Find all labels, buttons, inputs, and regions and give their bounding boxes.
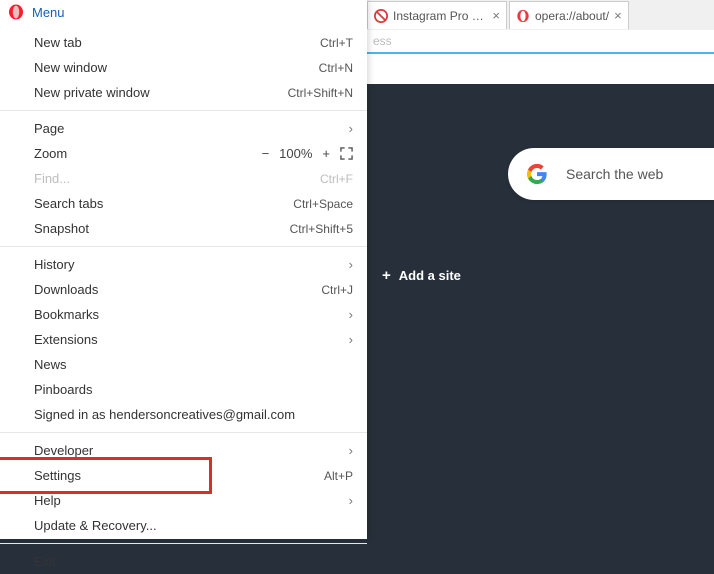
menu-item-search-tabs[interactable]: Search tabsCtrl+Space [0,191,367,216]
zoom-label: Zoom [34,146,260,161]
menu-label: New private window [34,85,278,100]
chevron-right-icon: › [349,121,353,136]
menu-label: Exit [34,554,353,569]
opera-icon [516,9,530,23]
menu-item-developer[interactable]: Developer › [0,438,367,463]
menu-label: New tab [34,35,310,50]
menu-header[interactable]: Menu [0,0,367,24]
menu-label: New window [34,60,309,75]
toolbar-gap [367,54,714,84]
menu-label: Signed in as hendersoncreatives@gmail.co… [34,407,353,422]
menu-item-bookmarks[interactable]: Bookmarks › [0,302,367,327]
instagram-blocked-icon [374,9,388,23]
google-icon [526,163,548,185]
menu-item-pinboards[interactable]: Pinboards [0,377,367,402]
zoom-out-button[interactable]: − [260,146,272,161]
menu-item-snapshot[interactable]: SnapshotCtrl+Shift+5 [0,216,367,241]
chevron-right-icon: › [349,443,353,458]
menu-item-downloads[interactable]: DownloadsCtrl+J [0,277,367,302]
menu-label: Update & Recovery... [34,518,353,533]
zoom-value: 100% [279,146,312,161]
menu-label: Settings [34,468,314,483]
menu-shortcut: Ctrl+Shift+N [278,86,353,100]
menu-shortcut: Alt+P [314,469,353,483]
menu-item-new-tab[interactable]: New tabCtrl+T [0,30,367,55]
menu-label: Developer [34,443,341,458]
chevron-right-icon: › [349,307,353,322]
menu-item-exit[interactable]: Exit [0,549,367,574]
menu-item-news[interactable]: News [0,352,367,377]
menu-item-signed-in-as-hendersoncreatives-gmail-com[interactable]: Signed in as hendersoncreatives@gmail.co… [0,402,367,427]
menu-label: Search tabs [34,196,283,211]
menu-label: Snapshot [34,221,280,236]
address-partial-text: ess [373,34,392,48]
chevron-right-icon: › [349,257,353,272]
menu-label: Extensions [34,332,341,347]
menu-list: New tabCtrl+TNew windowCtrl+NNew private… [0,24,367,574]
chevron-right-icon: › [349,493,353,508]
menu-label: History [34,257,341,272]
menu-item-new-private-window[interactable]: New private windowCtrl+Shift+N [0,80,367,105]
menu-separator [0,246,367,247]
menu-shortcut: Ctrl+N [309,61,353,75]
menu-label: Bookmarks [34,307,341,322]
add-site-label: Add a site [399,268,461,283]
close-icon[interactable]: × [614,8,622,23]
menu-item-extensions[interactable]: Extensions › [0,327,367,352]
main-menu: Menu New tabCtrl+TNew windowCtrl+NNew pr… [0,0,367,539]
menu-item-history[interactable]: History › [0,252,367,277]
zoom-in-button[interactable]: + [320,146,332,161]
browser-tab[interactable]: Instagram Pro extens × [367,1,507,29]
menu-item-page[interactable]: Page › [0,116,367,141]
tab-label: opera://about/ [535,9,609,23]
fullscreen-icon[interactable] [340,147,353,160]
menu-item-new-window[interactable]: New windowCtrl+N [0,55,367,80]
menu-shortcut: Ctrl+T [310,36,353,50]
menu-item-settings[interactable]: SettingsAlt+P [0,463,367,488]
menu-separator [0,110,367,111]
menu-title: Menu [32,5,65,20]
menu-shortcut: Ctrl+Shift+5 [280,222,353,236]
search-placeholder: Search the web [566,166,663,182]
menu-separator [0,432,367,433]
search-box[interactable]: Search the web [508,148,714,200]
opera-icon [8,4,24,20]
menu-label: Page [34,121,341,136]
chevron-right-icon: › [349,332,353,347]
browser-tab[interactable]: opera://about/ × [509,1,629,29]
address-bar[interactable]: ess [367,30,714,54]
menu-shortcut: Ctrl+J [311,283,353,297]
menu-label: Downloads [34,282,311,297]
menu-label: Help [34,493,341,508]
tab-bar: Instagram Pro extens × opera://about/ × [367,0,714,30]
add-site-button[interactable]: + Add a site [382,267,461,284]
menu-item-zoom: Zoom−100% + [0,141,367,166]
menu-label: Pinboards [34,382,353,397]
menu-item-help[interactable]: Help › [0,488,367,513]
tab-label: Instagram Pro extens [393,9,487,23]
menu-label: News [34,357,353,372]
plus-icon: + [382,267,391,284]
menu-separator [0,543,367,544]
menu-shortcut: Ctrl+Space [283,197,353,211]
menu-item-find: Find...Ctrl+F [0,166,367,191]
menu-shortcut: Ctrl+F [310,172,353,186]
close-icon[interactable]: × [492,8,500,23]
menu-label: Find... [34,171,310,186]
menu-item-update-recovery[interactable]: Update & Recovery... [0,513,367,538]
